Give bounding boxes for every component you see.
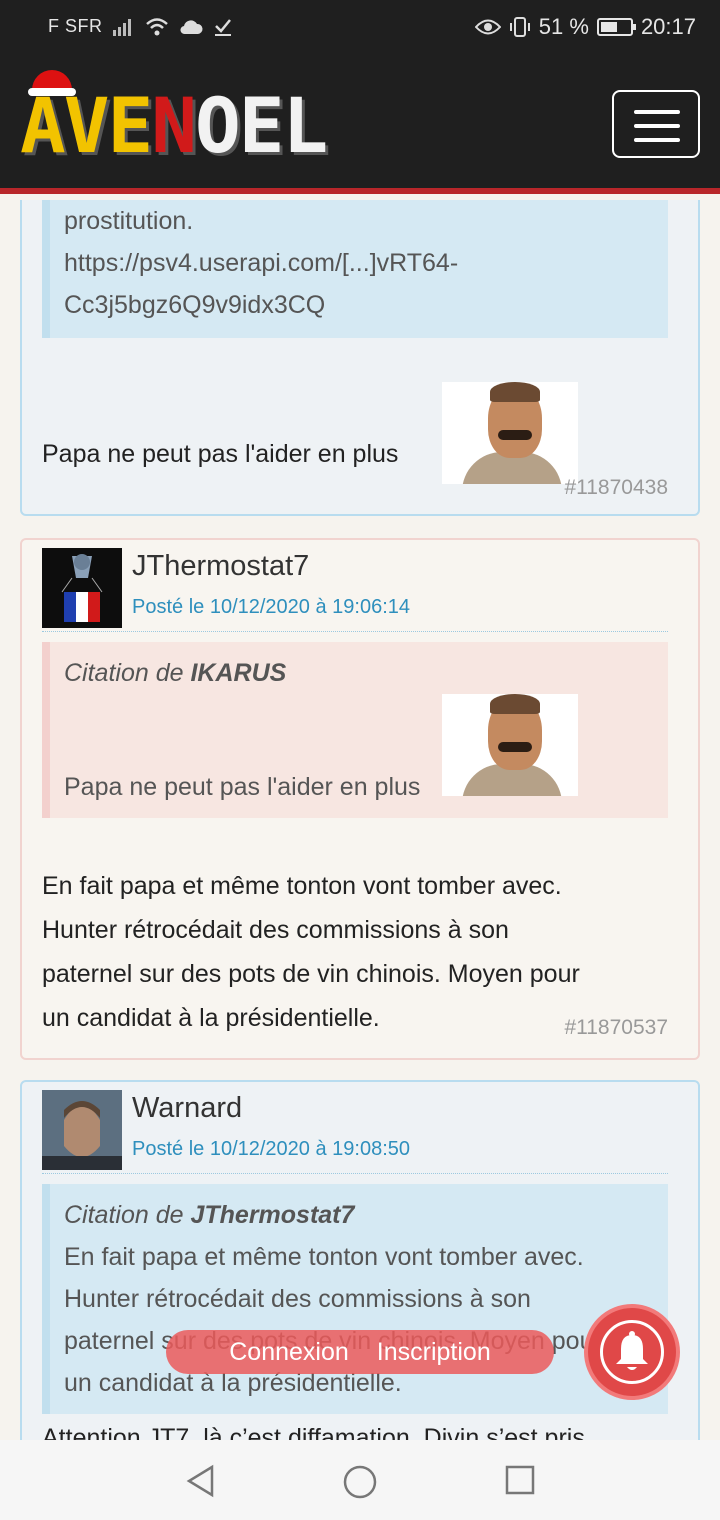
quote-link-cont[interactable]: Cc3j5bgz6Q9v9idx3CQ — [64, 284, 654, 326]
quote-block: Citation de IKARUS Papa ne peut pas l'ai… — [42, 642, 668, 818]
avatar-image — [42, 1090, 122, 1170]
post-id-link[interactable]: #11870537 — [564, 1016, 668, 1040]
cloud-icon — [179, 19, 203, 34]
post-timestamp: Posté le 10/12/2020 à 19:08:50 — [132, 1138, 411, 1160]
vibrate-icon — [509, 17, 530, 37]
hamburger-icon — [634, 110, 680, 114]
username[interactable]: Warnard — [132, 1092, 242, 1125]
carrier-label: F SFR — [48, 16, 103, 36]
quote-citation: Citation de IKARUS — [64, 659, 287, 687]
status-bar: F SFR 51 % 20:17 — [0, 0, 720, 56]
avatar[interactable] — [42, 548, 122, 628]
wifi-icon — [145, 17, 168, 35]
thread-content[interactable]: prostitution. https://psv4.userapi.com/[… — [0, 200, 720, 1440]
site-logo[interactable]: AVE N OEL — [20, 70, 328, 164]
meme-image — [442, 694, 578, 796]
login-link[interactable]: Connexion — [229, 1338, 349, 1367]
notification-button[interactable] — [584, 1304, 680, 1400]
quote-line: prostitution. — [64, 207, 194, 235]
quote-link[interactable]: https://psv4.userapi.com/[...]vRT64- — [64, 242, 654, 284]
post-card: JThermostat7 Posté le 10/12/2020 à 19:06… — [20, 538, 700, 1060]
quote-block: prostitution. https://psv4.userapi.com/[… — [42, 200, 668, 338]
battery-icon — [596, 18, 636, 36]
post-body: Attention JT7, là c’est diffamation. Div… — [42, 1424, 585, 1440]
divider — [42, 1173, 668, 1174]
bell-icon — [616, 1331, 648, 1370]
site-header: AVE N OEL — [0, 56, 720, 194]
menu-button[interactable] — [612, 90, 700, 158]
post-id-link[interactable]: #11870438 — [564, 476, 668, 500]
post-body: En fait papa et même tonton vont tomber … — [42, 872, 580, 1032]
recents-square-icon[interactable] — [504, 1464, 536, 1496]
quote-author[interactable]: IKARUS — [190, 659, 286, 687]
download-check-icon — [214, 18, 231, 36]
battery-percent: 51 % — [538, 14, 589, 39]
divider — [42, 631, 668, 632]
home-circle-icon[interactable] — [342, 1464, 378, 1500]
quote-author[interactable]: JThermostat7 — [190, 1201, 354, 1229]
quote-block: Citation de JThermostat7 En fait papa et… — [42, 1184, 668, 1414]
avatar-image — [42, 548, 122, 628]
system-nav-bar — [0, 1440, 720, 1520]
meme-image — [442, 382, 578, 484]
signup-link[interactable]: Inscription — [377, 1338, 491, 1367]
auth-bar: Connexion Inscription — [166, 1330, 554, 1374]
post-card: prostitution. https://psv4.userapi.com/[… — [20, 200, 700, 516]
clock: 20:17 — [640, 14, 696, 39]
post-body: Papa ne peut pas l'aider en plus — [42, 440, 399, 468]
signal-icon — [112, 18, 131, 36]
back-triangle-icon[interactable] — [184, 1464, 218, 1498]
post-timestamp: Posté le 10/12/2020 à 19:06:14 — [132, 596, 411, 618]
santa-hat-icon — [28, 70, 76, 96]
username[interactable]: JThermostat7 — [132, 550, 309, 583]
quote-text: Papa ne peut pas l'aider en plus — [64, 773, 421, 801]
eye-icon — [474, 19, 501, 35]
avatar[interactable] — [42, 1090, 122, 1170]
quote-citation: Citation de JThermostat7 — [64, 1201, 355, 1229]
